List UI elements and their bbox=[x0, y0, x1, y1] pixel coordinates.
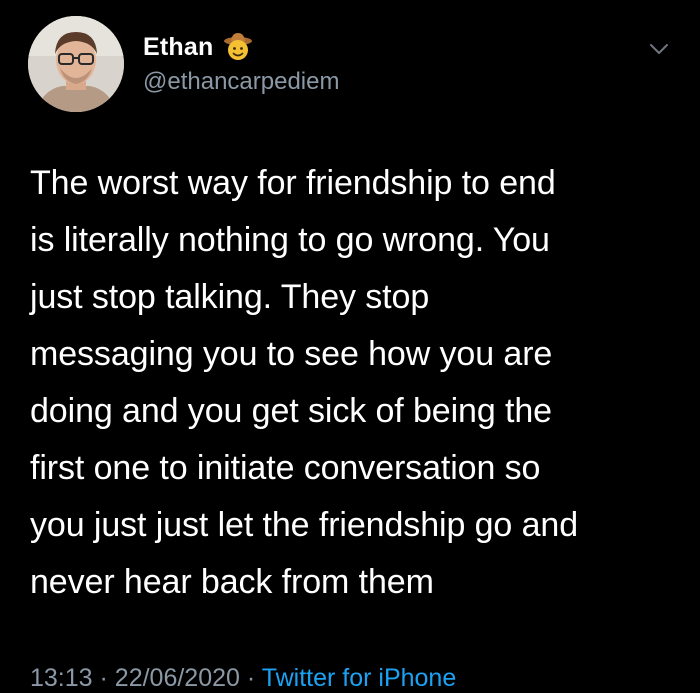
separator-dot: · bbox=[246, 664, 256, 692]
username-handle[interactable]: @ethancarpediem bbox=[143, 68, 339, 96]
tweet-card: Ethan @ethancarpediem The worst way for … bbox=[0, 0, 700, 693]
avatar[interactable] bbox=[28, 16, 124, 112]
chevron-down-icon[interactable] bbox=[648, 38, 670, 60]
separator-dot: · bbox=[99, 664, 108, 692]
tweet-source-link[interactable]: Twitter for iPhone bbox=[262, 664, 457, 692]
display-name[interactable]: Ethan bbox=[143, 33, 213, 62]
cowboy-face-emoji-icon bbox=[223, 32, 253, 62]
avatar-image bbox=[28, 16, 124, 112]
author-name-row: Ethan bbox=[143, 32, 253, 62]
tweet-text: The worst way for friendship to end is l… bbox=[30, 164, 579, 601]
tweet-time[interactable]: 13:13 bbox=[30, 664, 93, 692]
tweet-metadata: 13:13 · 22/06/2020 · Twitter for iPhone bbox=[30, 664, 456, 693]
tweet-date[interactable]: 22/06/2020 bbox=[115, 664, 240, 692]
